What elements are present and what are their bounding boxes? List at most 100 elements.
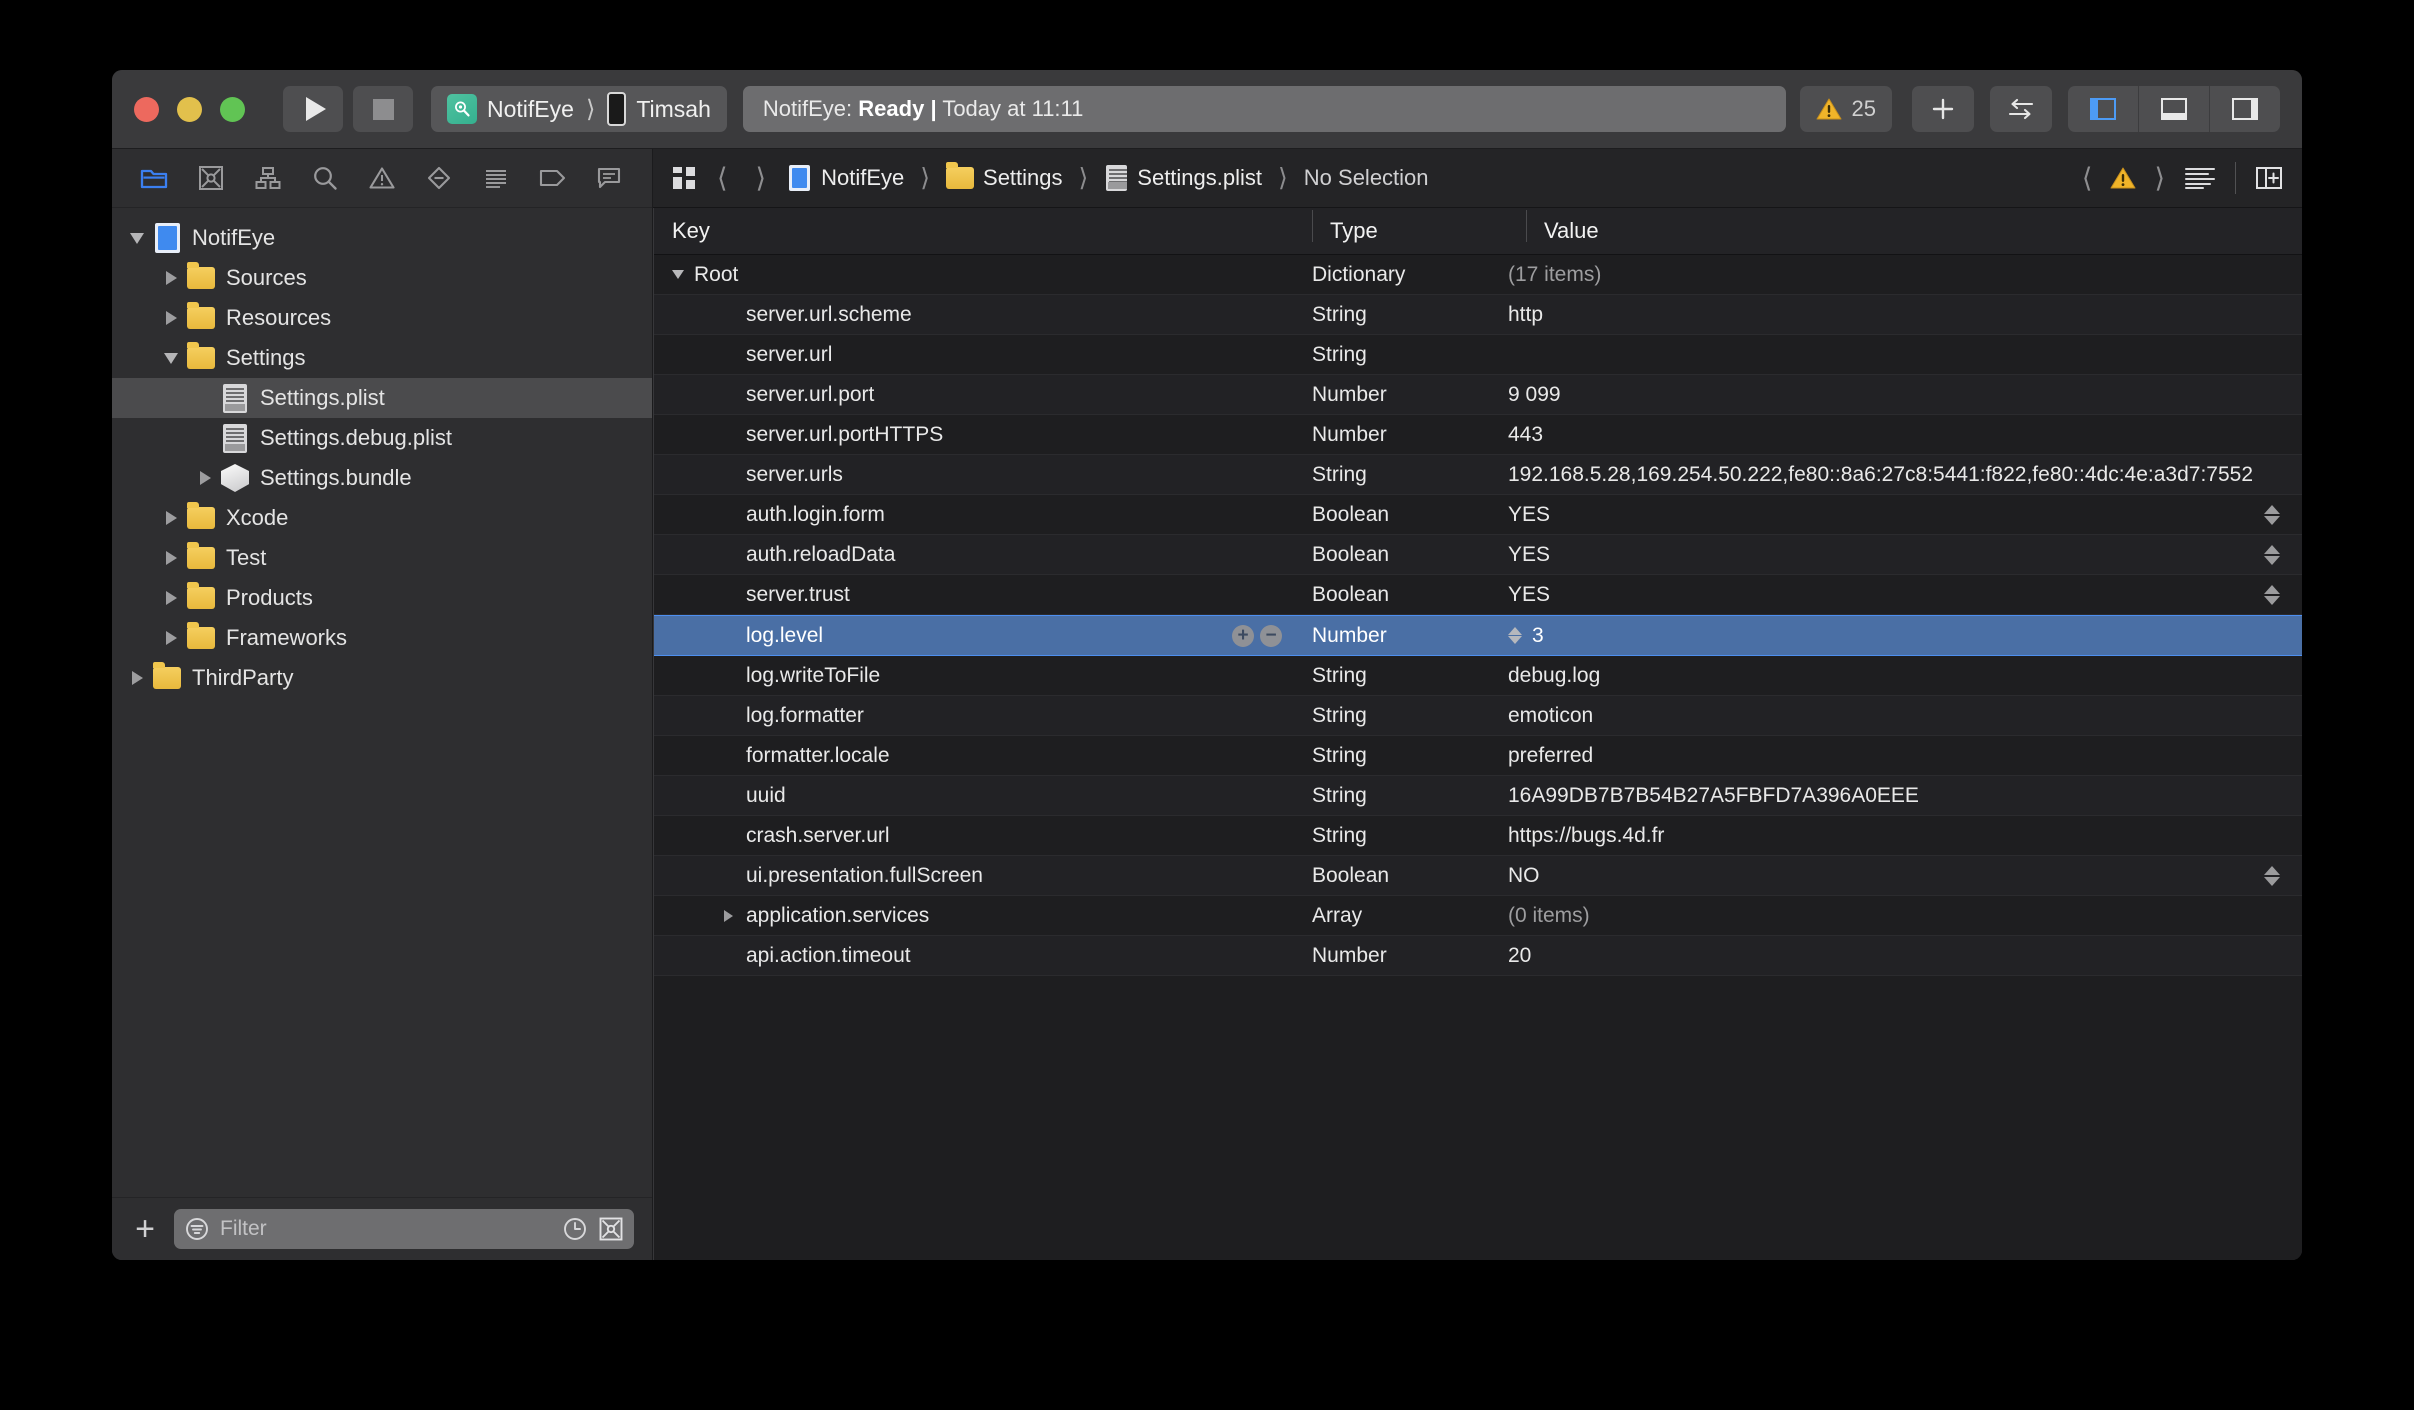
scheme-selector[interactable]: NotifEye ⟩ Timsah (431, 86, 727, 132)
add-file-button[interactable]: + (130, 1212, 160, 1246)
file-tree-row[interactable]: Settings.bundle (112, 458, 652, 498)
plist-type-cell[interactable]: String (1294, 343, 1490, 367)
plist-value-cell[interactable]: YES (1490, 583, 2302, 607)
plist-value-cell[interactable]: debug.log (1490, 664, 2302, 688)
plist-type-cell[interactable]: String (1294, 463, 1490, 487)
disclosure-triangle[interactable] (158, 591, 184, 605)
plist-key-cell[interactable]: uuid (654, 784, 1294, 808)
plist-value-cell[interactable]: YES (1490, 503, 2302, 527)
column-header-key[interactable]: Key (654, 218, 1312, 244)
plist-value-cell[interactable]: 3 (1490, 624, 2302, 648)
plist-type-cell[interactable]: Dictionary (1294, 263, 1490, 287)
plist-type-cell[interactable]: String (1294, 303, 1490, 327)
file-tree-row[interactable]: Frameworks (112, 618, 652, 658)
type-stepper-icon[interactable] (1508, 627, 1522, 644)
find-navigator-tab[interactable] (303, 158, 347, 198)
breadcrumb-item-selection[interactable]: No Selection (1304, 165, 1429, 191)
toggle-debug-area-button[interactable] (2139, 86, 2210, 132)
source-control-icon[interactable] (598, 1216, 624, 1242)
plist-type-cell[interactable]: String (1294, 824, 1490, 848)
plist-value-cell[interactable]: http (1490, 303, 2302, 327)
toggle-navigator-button[interactable] (2068, 86, 2139, 132)
plist-row[interactable]: server.url.port Number 9 099 (654, 375, 2302, 415)
plist-key-cell[interactable]: auth.login.form (654, 503, 1294, 527)
plist-value-cell[interactable]: https://bugs.4d.fr (1490, 824, 2302, 848)
disclosure-triangle[interactable] (192, 471, 218, 485)
zoom-button[interactable] (220, 96, 245, 122)
debug-navigator-tab[interactable] (474, 158, 518, 198)
plist-key-cell[interactable]: server.url.port (654, 383, 1294, 407)
source-control-navigator-tab[interactable] (189, 158, 233, 198)
plist-value-cell[interactable]: YES (1490, 543, 2302, 567)
file-tree-row[interactable]: Test (112, 538, 652, 578)
disclosure-triangle[interactable] (124, 671, 150, 685)
plist-value-cell[interactable]: 192.168.5.28,169.254.50.222,fe80::8a6:27… (1490, 463, 2302, 487)
file-tree-row[interactable]: Products (112, 578, 652, 618)
plist-type-cell[interactable]: Array (1294, 904, 1490, 928)
plist-rows-container[interactable]: Root Dictionary (17 items) server.url.schem… (654, 255, 2302, 976)
value-stepper-icon[interactable] (2264, 865, 2280, 886)
plist-row[interactable]: server.trust Boolean YES (654, 575, 2302, 615)
run-button[interactable] (283, 86, 343, 132)
add-editor-icon[interactable] (2254, 165, 2284, 191)
row-disclosure-triangle[interactable] (724, 909, 742, 922)
issue-navigator-tab[interactable] (360, 158, 404, 198)
plist-row[interactable]: server.url String (654, 335, 2302, 375)
column-header-value[interactable]: Value (1526, 210, 2302, 244)
report-navigator-tab[interactable] (587, 158, 631, 198)
file-tree-row[interactable]: Settings.debug.plist (112, 418, 652, 458)
plist-key-cell[interactable]: server.urls (654, 463, 1294, 487)
plist-key-cell[interactable]: crash.server.url (654, 824, 1294, 848)
plist-row[interactable]: server.url.scheme String http (654, 295, 2302, 335)
plist-row[interactable]: application.services Array (0 items) (654, 896, 2302, 936)
disclosure-triangle[interactable] (158, 511, 184, 525)
related-items-button[interactable] (671, 165, 697, 191)
project-file-tree[interactable]: NotifEye Sources Resources Settings Settings… (112, 208, 652, 1197)
value-stepper-icon[interactable] (2264, 504, 2280, 525)
breadcrumb-item-project[interactable]: NotifEye (786, 165, 904, 191)
file-tree-row[interactable]: Settings (112, 338, 652, 378)
plist-value-cell[interactable]: emoticon (1490, 704, 2302, 728)
stop-button[interactable] (353, 86, 413, 132)
symbol-navigator-tab[interactable] (246, 158, 290, 198)
plist-key-cell[interactable]: api.action.timeout (654, 944, 1294, 968)
plist-type-cell[interactable]: String (1294, 784, 1490, 808)
plist-key-cell[interactable]: server.url (654, 343, 1294, 367)
plist-key-cell[interactable]: Root (654, 263, 1294, 287)
plist-type-cell[interactable]: Boolean (1294, 543, 1490, 567)
disclosure-triangle[interactable] (158, 631, 184, 645)
plist-type-cell[interactable]: String (1294, 744, 1490, 768)
plist-row[interactable]: uuid String 16A99DB7B7B54B27A5FBFD7A396A0E… (654, 776, 2302, 816)
plist-key-cell[interactable]: server.url.portHTTPS (654, 423, 1294, 447)
disclosure-triangle[interactable] (124, 232, 150, 244)
file-tree-row[interactable]: Settings.plist (112, 378, 652, 418)
row-disclosure-triangle[interactable] (672, 270, 690, 279)
plist-type-cell[interactable]: Boolean (1294, 864, 1490, 888)
plist-key-cell[interactable]: server.url.scheme (654, 303, 1294, 327)
plist-type-cell[interactable]: Number (1294, 423, 1490, 447)
plist-value-cell[interactable]: (0 items) (1490, 904, 2302, 928)
next-issue-button[interactable]: ⟩ (2154, 163, 2165, 194)
activity-status-bar[interactable]: NotifEye: Ready | Today at 11:11 (742, 86, 1786, 132)
disclosure-triangle[interactable] (158, 551, 184, 565)
plist-type-cell[interactable]: Number (1294, 383, 1490, 407)
plist-type-cell[interactable]: String (1294, 664, 1490, 688)
plist-key-cell[interactable]: ui.presentation.fullScreen (654, 864, 1294, 888)
project-navigator-tab[interactable] (132, 158, 176, 198)
text-lines-icon[interactable] (2183, 165, 2217, 191)
plist-value-cell[interactable]: NO (1490, 864, 2302, 888)
plist-key-cell[interactable]: auth.reloadData (654, 543, 1294, 567)
disclosure-triangle[interactable] (158, 352, 184, 364)
swap-editor-button[interactable] (1990, 86, 2052, 132)
plist-value-cell[interactable]: 20 (1490, 944, 2302, 968)
file-tree-row[interactable]: NotifEye (112, 218, 652, 258)
plist-key-cell[interactable]: log.level + − (654, 624, 1294, 648)
plist-value-cell[interactable]: 443 (1490, 423, 2302, 447)
file-tree-row[interactable]: Xcode (112, 498, 652, 538)
plist-row[interactable]: log.formatter String emoticon (654, 696, 2302, 736)
plist-row[interactable]: ui.presentation.fullScreen Boolean NO (654, 856, 2302, 896)
plist-row[interactable]: log.writeToFile String debug.log (654, 656, 2302, 696)
minimize-button[interactable] (177, 96, 202, 122)
plist-type-cell[interactable]: String (1294, 704, 1490, 728)
value-stepper-icon[interactable] (2264, 584, 2280, 605)
